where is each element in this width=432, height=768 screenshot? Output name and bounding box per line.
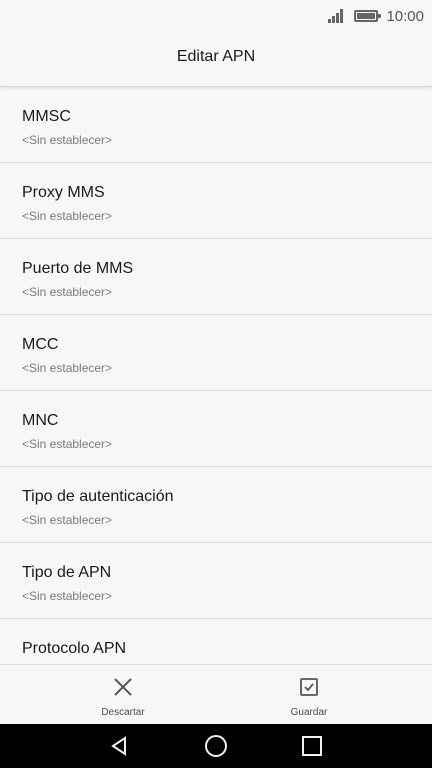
title-bar: Editar APN	[0, 32, 432, 87]
list-item-apn-type[interactable]: Tipo de APN <Sin establecer>	[0, 543, 432, 619]
list-item-value: <Sin establecer>	[22, 437, 113, 451]
status-icons: 10:00	[328, 6, 424, 26]
list-item-label: Protocolo APN	[22, 640, 127, 657]
page-title: Editar APN	[176, 48, 256, 65]
list-item-authentication-type[interactable]: Tipo de autenticación <Sin establecer>	[0, 467, 432, 543]
list-item-value: <Sin establecer>	[22, 133, 113, 147]
list-item-mms-port[interactable]: Puerto de MMS <Sin establecer>	[0, 239, 432, 315]
status-time: 10:00	[386, 7, 424, 25]
list-item-value: <Sin establecer>	[22, 209, 113, 223]
list-item-value: <Sin establecer>	[22, 361, 113, 375]
list-item-value: <Sin establecer>	[22, 285, 113, 299]
list-item-proxy-mms[interactable]: Proxy MMS <Sin establecer>	[0, 163, 432, 239]
signal-icon	[328, 9, 346, 23]
list-item-value: <Sin establecer>	[22, 513, 113, 527]
recents-square-icon[interactable]	[300, 734, 324, 758]
list-item-value: <Sin establecer>	[22, 589, 113, 603]
discard-button[interactable]: Descartar	[15, 665, 231, 725]
list-item-mnc[interactable]: MNC <Sin establecer>	[0, 391, 432, 467]
checkbox-check-icon	[298, 676, 320, 698]
save-button[interactable]: Guardar	[201, 665, 417, 725]
list-item-label: Proxy MMS	[22, 184, 105, 201]
save-label: Guardar	[290, 707, 328, 718]
list-item-label: Tipo de APN	[22, 564, 112, 581]
bottom-action-bar: Descartar Guardar	[0, 664, 432, 725]
home-circle-icon[interactable]	[204, 734, 228, 758]
list-item-label: MCC	[22, 336, 59, 353]
list-item-apn-protocol[interactable]: Protocolo APN	[0, 619, 432, 664]
battery-icon	[354, 10, 382, 22]
list-item-label: Puerto de MMS	[22, 260, 134, 277]
close-icon	[112, 676, 134, 698]
status-bar: 10:00	[0, 0, 432, 32]
system-navigation-bar	[0, 724, 432, 768]
list-item-label: MNC	[22, 412, 59, 429]
list-item-mmsc[interactable]: MMSC <Sin establecer>	[0, 87, 432, 163]
back-triangle-icon[interactable]	[108, 734, 132, 758]
list-item-label: Tipo de autenticación	[22, 488, 174, 505]
apn-settings-list[interactable]: MMSC <Sin establecer> Proxy MMS <Sin est…	[0, 87, 432, 664]
discard-label: Descartar	[101, 707, 145, 718]
list-item-mcc[interactable]: MCC <Sin establecer>	[0, 315, 432, 391]
list-item-label: MMSC	[22, 108, 71, 125]
